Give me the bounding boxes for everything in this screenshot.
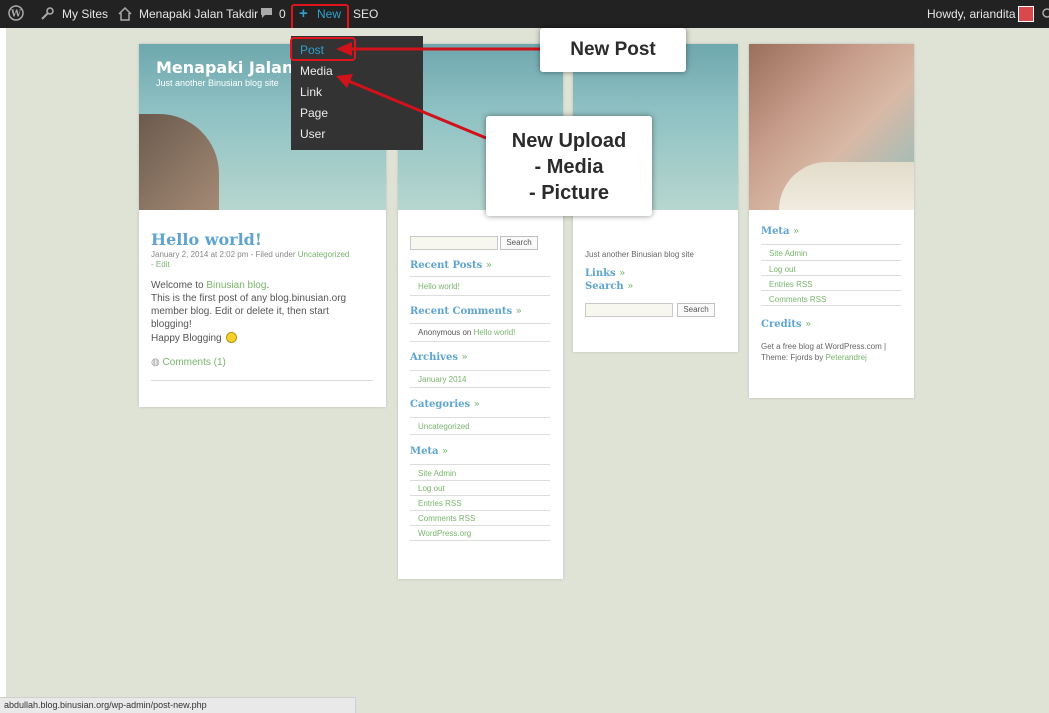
new-post-callout: New Post	[540, 28, 686, 72]
new-upload-arrow	[345, 78, 487, 140]
new-post-arrowhead	[336, 42, 352, 56]
new-upload-callout: New Upload - Media - Picture	[486, 116, 652, 216]
status-url-bar: abdullah.blog.binusian.org/wp-admin/post…	[0, 697, 356, 713]
annotation-arrows	[290, 37, 540, 140]
